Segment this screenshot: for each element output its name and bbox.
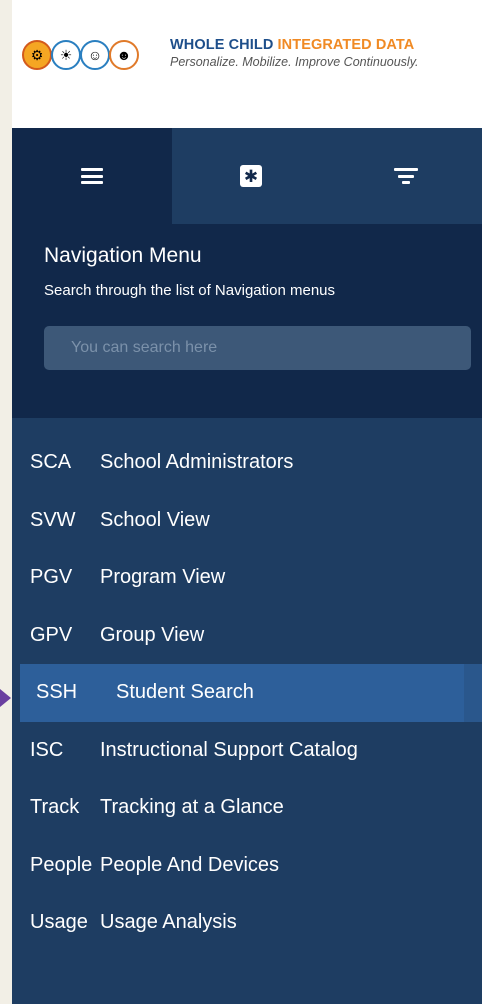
navigation-header: Navigation Menu Search through the list … [12, 224, 482, 418]
menu-item-usage[interactable]: Usage Usage Analysis [12, 894, 482, 952]
menu-item-label: Student Search [116, 681, 254, 704]
family-icon: ☺ [80, 40, 110, 70]
navigation-search-input[interactable] [44, 326, 471, 370]
hamburger-menu-icon [81, 165, 103, 188]
navigation-panel: ✱ Navigation Menu Search through the lis… [12, 128, 482, 1004]
sun-icon: ☀ [51, 40, 81, 70]
district-seal-icon: ⚙ [22, 40, 52, 70]
menu-item-code: People [30, 853, 93, 876]
menu-item-label: School Administrators [100, 451, 294, 474]
brand-title: WHOLE CHILD INTEGRATED DATA [170, 37, 419, 53]
menu-item-label: People And Devices [100, 853, 280, 876]
district-logos: ⚙ ☀ ☺ ☻ [22, 40, 139, 70]
menu-item-label: Program View [100, 566, 226, 589]
header: ⚙ ☀ ☺ ☻ WHOLE CHILD INTEGRATED DATA Pers… [12, 0, 482, 128]
gear-icon: ✱ [240, 165, 262, 187]
panel-tab-bar: ✱ [12, 128, 482, 224]
menu-item-code: SVW [30, 508, 76, 531]
selection-pointer-arrow [0, 689, 11, 707]
menu-item-code: SSH [36, 681, 78, 704]
tab-settings[interactable]: ✱ [172, 128, 330, 224]
app-page: ⚙ ☀ ☺ ☻ WHOLE CHILD INTEGRATED DATA Pers… [12, 0, 482, 1004]
brand-tagline: Personalize. Mobilize. Improve Continuou… [170, 55, 419, 69]
menu-item-label: Group View [100, 623, 205, 646]
tab-filter[interactable] [330, 128, 482, 224]
brand-title-part1: WHOLE CHILD [170, 37, 274, 53]
menu-item-isc[interactable]: ISC Instructional Support Catalog [12, 722, 482, 780]
menu-item-gpv[interactable]: GPV Group View [12, 607, 482, 665]
brand[interactable]: WHOLE CHILD INTEGRATED DATA Personalize.… [170, 37, 419, 69]
menu-item-track[interactable]: Track Tracking at a Glance [12, 779, 482, 837]
menu-item-code: GPV [30, 623, 73, 646]
menu-item-label: Instructional Support Catalog [100, 738, 358, 761]
filter-icon [394, 165, 418, 188]
menu-item-label: School View [100, 508, 210, 531]
navigation-menu-list: SCA School Administrators SVW School View PG… [12, 434, 482, 952]
menu-item-code: SCA [30, 451, 72, 474]
navigation-subtitle: Search through the list of Navigation me… [44, 282, 335, 299]
menu-item-people[interactable]: People People And Devices [12, 837, 482, 895]
menu-item-code: Usage [30, 911, 88, 934]
menu-item-label: Usage Analysis [100, 911, 237, 934]
menu-item-svw[interactable]: SVW School View [12, 492, 482, 550]
menu-item-ssh[interactable]: SSH Student Search [20, 664, 482, 722]
menu-item-code: Track [30, 796, 80, 819]
menu-item-sca[interactable]: SCA School Administrators [12, 434, 482, 492]
menu-item-label: Tracking at a Glance [100, 796, 284, 819]
brand-title-part2: INTEGRATED DATA [277, 37, 415, 53]
menu-item-code: ISC [30, 738, 64, 761]
menu-item-pgv[interactable]: PGV Program View [12, 549, 482, 607]
graduate-icon: ☻ [109, 40, 139, 70]
menu-item-code: PGV [30, 566, 73, 589]
navigation-title: Navigation Menu [44, 244, 202, 267]
tab-navigation-menu[interactable] [12, 128, 172, 224]
